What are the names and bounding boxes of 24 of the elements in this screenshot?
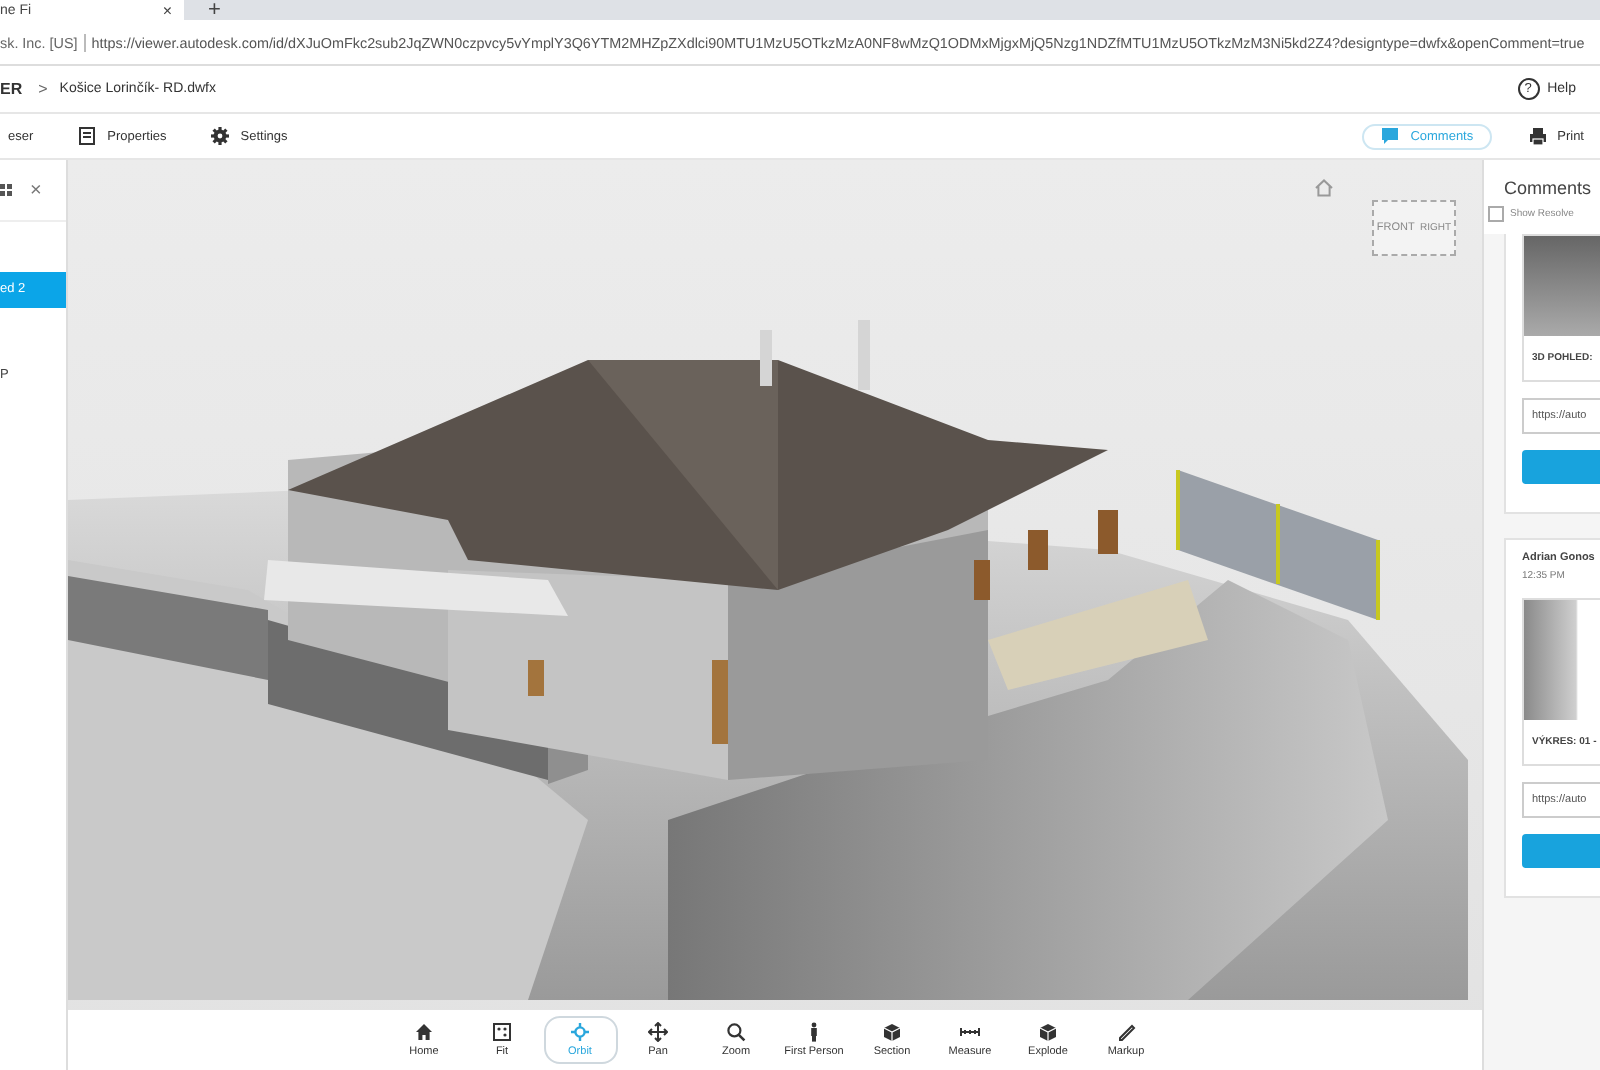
- pen-icon: [1116, 1022, 1136, 1042]
- ruler-icon: [960, 1022, 980, 1042]
- comment-icon: [1380, 126, 1401, 146]
- tab-close-button[interactable]: ×: [162, 1, 172, 19]
- app-name: ER: [0, 80, 23, 98]
- panel-title: Comments: [1484, 160, 1600, 206]
- home-icon: [1314, 178, 1334, 198]
- settings-icon: [210, 126, 231, 146]
- printer-icon: [1527, 126, 1548, 146]
- new-tab-button[interactable]: +: [208, 0, 221, 20]
- cube-icon: [882, 1022, 902, 1042]
- snapshot-placeholder: [1524, 236, 1600, 336]
- breadcrumb-separator: >: [38, 80, 48, 98]
- home-icon: [414, 1022, 434, 1042]
- grid-icon: [0, 184, 12, 196]
- close-button[interactable]: ×: [30, 179, 42, 201]
- comment-action-button[interactable]: [1522, 450, 1600, 484]
- zoom-icon: [726, 1022, 746, 1042]
- properties-icon: [77, 126, 98, 146]
- orbit-icon: [570, 1022, 590, 1042]
- cube-icon: [1038, 1022, 1058, 1042]
- comment-action-button[interactable]: [1522, 834, 1600, 868]
- pan-icon: [648, 1022, 668, 1042]
- fit-icon: [492, 1022, 512, 1042]
